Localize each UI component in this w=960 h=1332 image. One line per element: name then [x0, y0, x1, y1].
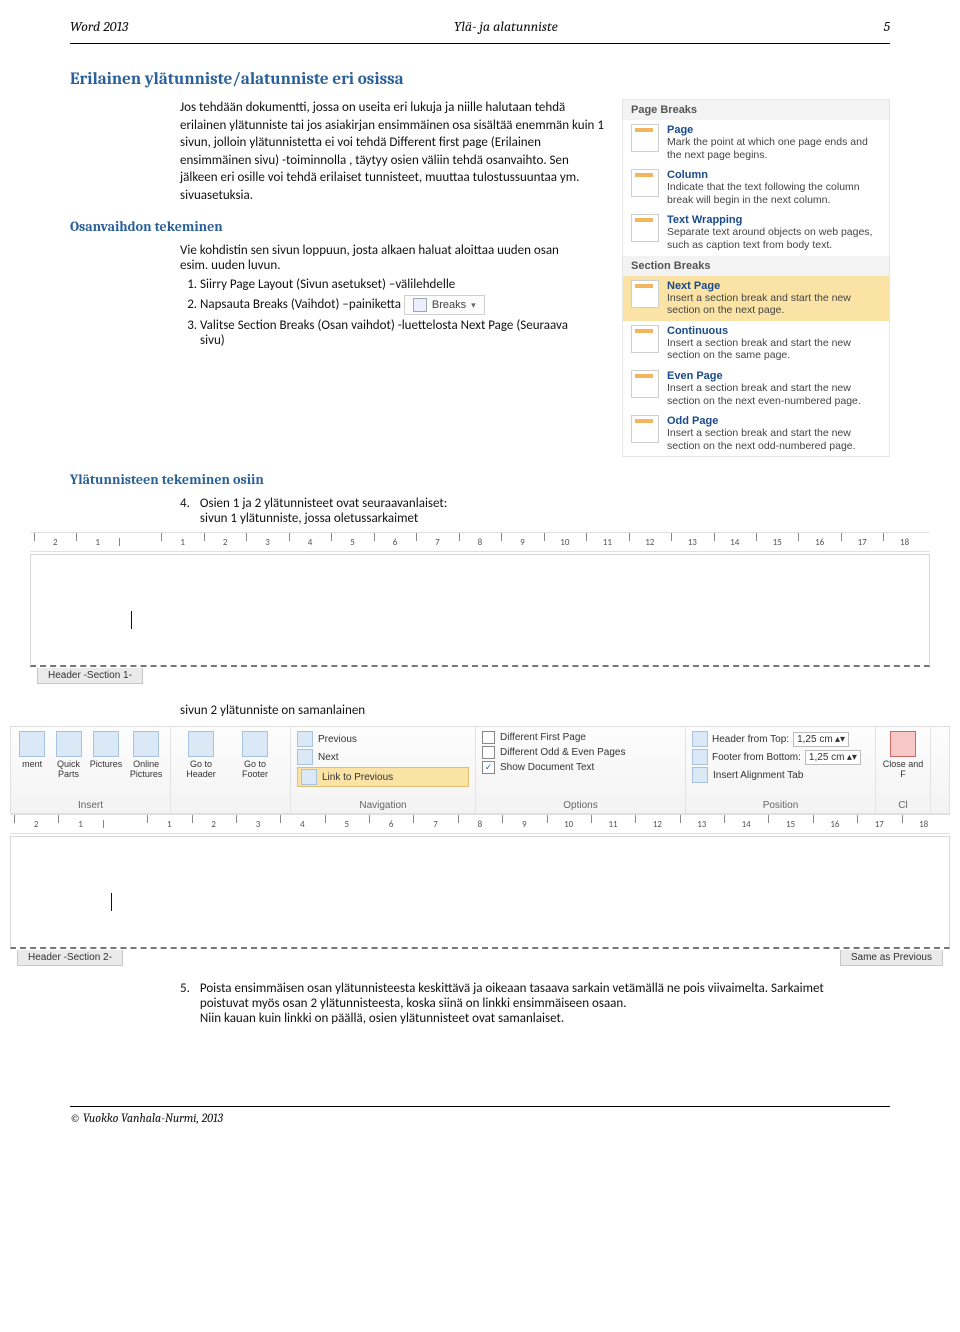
same-as-previous-tab: Same as Previous	[840, 950, 943, 966]
ribbon-group-options: Different First Page Different Odd & Eve…	[476, 727, 686, 813]
intro-paragraph: Jos tehdään dokumentti, jossa on useita …	[70, 99, 604, 204]
online-pictures-icon[interactable]	[133, 731, 159, 757]
breaks-button[interactable]: Breaks ▾	[404, 295, 485, 315]
alignment-tab-icon	[692, 767, 708, 783]
column-break-icon	[631, 169, 659, 197]
step5-number: 5.	[180, 981, 190, 1026]
text-cursor	[131, 611, 132, 629]
page-break-icon	[631, 124, 659, 152]
subheading-osanvaihdon: Osanvaihdon tekeminen	[70, 218, 604, 235]
text-cursor	[111, 893, 112, 911]
caption-sivu2: sivun 2 ylätunniste on samanlainen	[180, 703, 870, 718]
nav-previous[interactable]: Previous	[297, 731, 469, 747]
opt-show-doc-text[interactable]: ✓Show Document Text	[482, 761, 679, 774]
nav-link-previous[interactable]: Link to Previous	[297, 767, 469, 787]
breaks-dropdown-panel: Page Breaks PageMark the point at which …	[622, 99, 890, 457]
step-3: Valitse Section Breaks (Osan vaihdot) -l…	[200, 318, 568, 348]
quick-parts-icon[interactable]	[56, 731, 82, 757]
ribbon-group-navigation: Previous Next Link to Previous Navigatio…	[291, 727, 476, 813]
footer-from-bottom[interactable]: Footer from Bottom: 1,25 cm▴▾	[692, 749, 869, 765]
header-center: Ylä- ja alatunniste	[454, 18, 558, 35]
goto-footer-icon[interactable]	[242, 731, 268, 757]
continuous-break-icon	[631, 325, 659, 353]
page-running-header: Word 2013 Ylä- ja alatunniste 5	[0, 0, 960, 39]
breaks-item-nextpage[interactable]: Next PageInsert a section break and star…	[623, 276, 889, 321]
header-section1-editor[interactable]: Header -Section 1-	[30, 554, 930, 667]
breaks-item-oddpage[interactable]: Odd PageInsert a section break and start…	[623, 411, 889, 456]
header-from-top[interactable]: Header from Top: 1,25 cm▴▾	[692, 731, 869, 747]
previous-icon	[297, 731, 313, 747]
goto-header-icon[interactable]	[188, 731, 214, 757]
opt-diff-odd-even[interactable]: Different Odd & Even Pages	[482, 746, 679, 759]
breaks-button-label: Breaks	[432, 299, 466, 311]
ribbon-group-insert: ment Quick Parts Pictures Online Picture…	[11, 727, 171, 813]
step-1: Siirry Page Layout (Sivun asetukset) –vä…	[200, 277, 455, 292]
header-top-icon	[692, 731, 708, 747]
close-header-footer-icon[interactable]	[890, 731, 916, 757]
spinner-icon[interactable]: ▴▾	[835, 734, 845, 745]
header-left: Word 2013	[70, 18, 128, 35]
document-parts-icon[interactable]	[19, 731, 45, 757]
header-footer-ribbon: ment Quick Parts Pictures Online Picture…	[10, 726, 950, 814]
header-right: 5	[884, 18, 890, 35]
step-2: Napsauta Breaks (Vaihdot) –painiketta	[200, 297, 401, 312]
breaks-item-page[interactable]: PageMark the point at which one page end…	[623, 120, 889, 165]
link-previous-icon	[301, 769, 317, 785]
breaks-item-textwrap[interactable]: Text WrappingSeparate text around object…	[623, 210, 889, 255]
dropdown-caret-icon: ▾	[471, 300, 476, 311]
ruler-2[interactable]: 2 1 1 2 3 4 5 6 7 8 9 10 11 12 13 14 15 …	[10, 814, 950, 834]
nextpage-break-icon	[631, 280, 659, 308]
step4-text: Osien 1 ja 2 ylätunnisteet ovat seuraava…	[200, 496, 447, 526]
breaks-group-page: Page Breaks	[623, 100, 889, 120]
step4-number: 4.	[180, 496, 190, 526]
breaks-item-continuous[interactable]: ContinuousInsert a section break and sta…	[623, 321, 889, 366]
ribbon-group-close: Close and F Cl	[876, 727, 931, 813]
header-section2-editor[interactable]: Header -Section 2- Same as Previous	[10, 836, 950, 949]
header-section2-tab: Header -Section 2-	[17, 950, 123, 966]
breaks-icon	[413, 298, 427, 312]
textwrap-break-icon	[631, 214, 659, 242]
page-footer: © Vuokko Vanhala-Nurmi, 2013	[0, 1107, 960, 1145]
sub1-lead: Vie kohdistin sen sivun loppuun, josta a…	[180, 243, 584, 273]
sub1-steps: Siirry Page Layout (Sivun asetukset) –vä…	[200, 277, 584, 348]
spinner-icon[interactable]: ▴▾	[847, 752, 857, 763]
breaks-item-column[interactable]: ColumnIndicate that the text following t…	[623, 165, 889, 210]
oddpage-break-icon	[631, 415, 659, 443]
insert-alignment-tab[interactable]: Insert Alignment Tab	[692, 767, 869, 783]
evenpage-break-icon	[631, 370, 659, 398]
breaks-item-evenpage[interactable]: Even PageInsert a section break and star…	[623, 366, 889, 411]
pictures-icon[interactable]	[93, 731, 119, 757]
ruler-1[interactable]: 2 1 1 2 3 4 5 6 7 8 9 10 11 12 13 14 15 …	[30, 532, 930, 552]
header-section1-tab: Header -Section 1-	[37, 668, 143, 684]
next-icon	[297, 749, 313, 765]
breaks-group-section: Section Breaks	[623, 256, 889, 276]
opt-diff-first-page[interactable]: Different First Page	[482, 731, 679, 744]
step5-text: Poista ensimmäisen osan ylätunnisteesta …	[200, 981, 870, 1026]
ribbon-group-navigation-goto: Go to Header Go to Footer	[171, 727, 291, 813]
subheading-ylatunnisteen: Ylätunnisteen tekeminen osiin	[70, 471, 890, 488]
header-rule	[70, 43, 890, 44]
heading-main: Erilainen ylätunniste/alatunniste eri os…	[70, 70, 890, 89]
footer-bottom-icon	[692, 749, 708, 765]
ribbon-group-position: Header from Top: 1,25 cm▴▾ Footer from B…	[686, 727, 876, 813]
nav-next[interactable]: Next	[297, 749, 469, 765]
